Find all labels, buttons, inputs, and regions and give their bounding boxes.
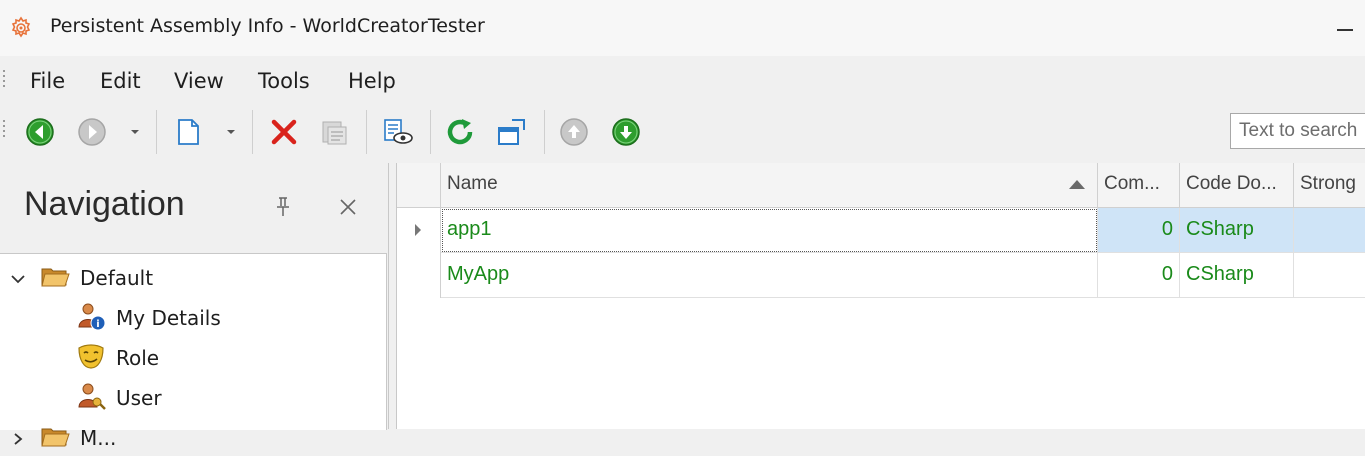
- grid-header: Name Com... Code Do... Strong: [397, 163, 1365, 208]
- menu-view[interactable]: View: [174, 69, 224, 93]
- title-bar: Persistent Assembly Info - WorldCreatorT…: [0, 0, 1365, 56]
- sort-ascending-icon: [1069, 180, 1085, 189]
- navigation-header: Navigation: [0, 163, 388, 253]
- svg-text:i: i: [96, 319, 99, 330]
- row-indicator: [397, 253, 441, 298]
- toolbar: Text to search: [0, 104, 1365, 160]
- user-info-icon: i: [76, 301, 106, 331]
- delete-icon[interactable]: [268, 116, 300, 148]
- menu-edit[interactable]: Edit: [100, 69, 141, 93]
- chevron-down-icon[interactable]: [10, 270, 26, 284]
- forward-icon[interactable]: [76, 116, 108, 148]
- toolbar-separator: [156, 110, 157, 154]
- cell-strong[interactable]: [1294, 208, 1365, 253]
- pin-icon[interactable]: [272, 195, 294, 219]
- cell-strong[interactable]: [1294, 253, 1365, 298]
- cell-name[interactable]: app1: [441, 208, 1098, 253]
- column-header-code-dom[interactable]: Code Do...: [1180, 163, 1294, 207]
- toolbar-separator: [544, 110, 545, 154]
- gear-network-icon: [9, 16, 33, 40]
- minimize-button[interactable]: [1325, 10, 1365, 46]
- column-header-name[interactable]: Name: [441, 163, 1098, 207]
- tree-group-label: M...: [80, 426, 117, 450]
- sidebar-item-role[interactable]: Role: [0, 338, 386, 376]
- cell-com[interactable]: 0: [1098, 208, 1180, 253]
- menu-bar: File Edit View Tools Help: [0, 58, 1365, 104]
- folder-open-icon: [40, 261, 70, 291]
- move-down-icon[interactable]: [610, 116, 642, 148]
- column-header-label: Name: [447, 173, 498, 194]
- delete-disabled-icon[interactable]: [318, 116, 350, 148]
- navigation-panel: Navigation Default i My Details Role Use…: [0, 163, 389, 450]
- menu-tools[interactable]: Tools: [258, 69, 310, 93]
- cell-com[interactable]: 0: [1098, 253, 1180, 298]
- tree-group-label: Default: [80, 266, 154, 290]
- table-row[interactable]: app1 0 CSharp: [397, 208, 1365, 253]
- user-key-icon: [76, 381, 106, 411]
- tree-group-default[interactable]: Default: [0, 258, 386, 296]
- column-header-com[interactable]: Com...: [1098, 163, 1180, 207]
- row-indicator-icon: [397, 208, 441, 253]
- sidebar-item-label: My Details: [116, 306, 221, 330]
- data-grid: Name Com... Code Do... Strong app1 0 CSh…: [396, 163, 1365, 429]
- navigation-title: Navigation: [24, 185, 185, 223]
- menu-grip[interactable]: [3, 70, 6, 90]
- table-row[interactable]: MyApp 0 CSharp: [397, 253, 1365, 298]
- new-object-icon[interactable]: [172, 116, 204, 148]
- cell-code-dom[interactable]: CSharp: [1180, 253, 1294, 298]
- new-object-dropdown[interactable]: [224, 116, 238, 148]
- menu-help[interactable]: Help: [348, 69, 396, 93]
- folder-open-icon: [40, 421, 70, 451]
- toolbar-grip[interactable]: [3, 120, 6, 140]
- role-mask-icon: [76, 341, 106, 371]
- close-icon[interactable]: [336, 195, 360, 219]
- tree-group-collapsed[interactable]: M...: [0, 418, 386, 456]
- toolbar-separator: [366, 110, 367, 154]
- header-indicator: [397, 163, 441, 207]
- search-input[interactable]: Text to search: [1230, 113, 1365, 149]
- sidebar-item-user[interactable]: User: [0, 378, 386, 416]
- window-title: Persistent Assembly Info - WorldCreatorT…: [50, 15, 485, 37]
- cell-name[interactable]: MyApp: [441, 253, 1098, 298]
- back-icon[interactable]: [24, 116, 56, 148]
- sidebar-item-my-details[interactable]: i My Details: [0, 298, 386, 336]
- toolbar-separator: [252, 110, 253, 154]
- forward-dropdown[interactable]: [128, 116, 142, 148]
- move-up-icon[interactable]: [558, 116, 590, 148]
- column-header-strong[interactable]: Strong: [1294, 163, 1365, 207]
- refresh-icon[interactable]: [444, 116, 476, 148]
- cell-code-dom[interactable]: CSharp: [1180, 208, 1294, 253]
- sidebar-item-label: User: [116, 386, 162, 410]
- chevron-right-icon[interactable]: [10, 430, 26, 445]
- menu-file[interactable]: File: [30, 69, 65, 93]
- show-in-view-icon[interactable]: [382, 116, 414, 148]
- toolbar-separator: [430, 110, 431, 154]
- open-window-icon[interactable]: [496, 116, 528, 148]
- sidebar-item-label: Role: [116, 346, 160, 370]
- navigation-tree: Default i My Details Role User M...: [0, 253, 387, 450]
